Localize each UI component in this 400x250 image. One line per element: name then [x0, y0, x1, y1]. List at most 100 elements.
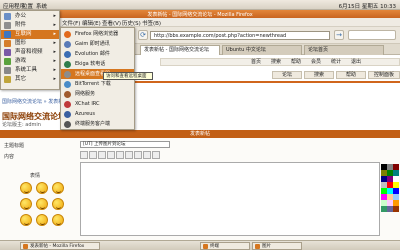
tooltip: 访问和查看远程桌面 [103, 72, 153, 80]
quote-icon[interactable] [143, 151, 151, 159]
align-left-icon[interactable] [107, 151, 115, 159]
submenu-item[interactable]: BitTorrent 下载 [61, 79, 134, 89]
image-icon [255, 244, 260, 249]
site-tab-help[interactable]: 帮助 [336, 71, 366, 79]
tab-ubuntu[interactable]: Ubuntu 中文论坛 [222, 45, 302, 55]
system-menu[interactable]: 系统 [36, 2, 47, 10]
site-nav-members[interactable]: 会员 [311, 59, 321, 66]
tab-post[interactable]: 发表新帖 - 国际网络交流论坛 [140, 45, 220, 55]
smiley-icon[interactable] [36, 214, 48, 226]
phone-icon [64, 61, 71, 68]
site-nav-logout[interactable]: 退出 [351, 59, 361, 66]
image-icon[interactable] [134, 151, 142, 159]
places-menu[interactable]: 位置 [22, 2, 33, 10]
underline-icon[interactable] [98, 151, 106, 159]
torrent-icon [64, 111, 71, 118]
top-panel: 应用程序 位置 系统 6月15日 星期五 10:33 [0, 0, 400, 10]
editor-toolbar [80, 151, 170, 160]
network-icon [64, 91, 71, 98]
submenu-item[interactable]: Firefox 网络浏览器 [61, 29, 134, 39]
tab-home[interactable]: 论坛首页 [304, 45, 384, 55]
menu-edit[interactable]: 编辑(E) [82, 19, 101, 27]
clock[interactable]: 6月15日 星期五 10:33 [339, 2, 396, 10]
download-icon [64, 81, 71, 88]
app-menu-item[interactable]: 附件 ▸ [1, 21, 59, 30]
firefox-icon [23, 244, 28, 249]
irc-icon [64, 101, 71, 108]
bold-icon[interactable] [80, 151, 88, 159]
graphics-icon [4, 40, 11, 47]
subject-input[interactable]: [UT] 上传图片到论坛 [80, 141, 170, 148]
other-icon [4, 76, 11, 83]
site-tabs: 论坛 搜索 帮助 控制面板 [236, 71, 400, 79]
bottom-panel: 发表新帖 - Mozilla Firefox 终端 图片 [0, 240, 400, 250]
terminal-icon [203, 244, 208, 249]
app-menu-item-internet[interactable]: 互联网 ▸ [1, 30, 59, 39]
smiley-icon[interactable] [52, 198, 64, 210]
smiley-icon[interactable] [52, 182, 64, 194]
app-menu-item[interactable]: 其它 ▸ [1, 75, 59, 84]
content-editor[interactable] [80, 162, 380, 236]
menu-file[interactable]: 文件(F) [62, 19, 80, 27]
subject-label: 主题标题 [4, 143, 25, 149]
system-tools-icon [4, 67, 11, 74]
submenu-item[interactable]: 网络服务 [61, 89, 134, 99]
submenu-item[interactable]: 终端服务客户端 [61, 119, 134, 129]
app-menu-item[interactable]: 办公 ▸ [1, 12, 59, 21]
site-nav-search[interactable]: 搜索 [271, 59, 281, 66]
smiley-icon[interactable] [20, 182, 32, 194]
site-nav-help[interactable]: 帮助 [291, 59, 301, 66]
window-title: 发表新帖 - 国际网络交流论坛 - Mozilla Firefox [147, 12, 253, 18]
chat-icon [64, 41, 71, 48]
terminal-server-icon [64, 121, 71, 128]
site-tab-search[interactable]: 搜索 [304, 71, 334, 79]
smiley-icon[interactable] [20, 214, 32, 226]
post-form-header: 发表新帖 [0, 130, 400, 138]
site-nav-stats[interactable]: 统计 [331, 59, 341, 66]
applications-dropdown: 办公 ▸ 附件 ▸ 互联网 ▸ 图形 ▸ 声音和视频 ▸ 游戏 ▸ 系统工具 ▸ 其它 ▸ [0, 10, 60, 90]
app-menu-item[interactable]: 声音和视频 ▸ [1, 48, 59, 57]
remote-desktop-icon [64, 71, 71, 78]
multimedia-icon [4, 49, 11, 56]
align-center-icon[interactable] [116, 151, 124, 159]
submenu-item[interactable]: Gaim 即时通讯 [61, 39, 134, 49]
mail-icon [64, 51, 71, 58]
smiley-icon[interactable] [20, 198, 32, 210]
site-tab-cp[interactable]: 控制面板 [368, 71, 400, 79]
site-nav: 首页 搜索 帮助 会员 统计 退出 [160, 58, 400, 66]
menu-history[interactable]: 历史(S) [122, 19, 141, 27]
link-icon[interactable] [125, 151, 133, 159]
app-menu-item[interactable]: 系统工具 ▸ [1, 66, 59, 75]
task-firefox[interactable]: 发表新帖 - Mozilla Firefox [20, 242, 100, 250]
submenu-item[interactable]: XChat IRC [61, 99, 134, 109]
color-palette [381, 162, 399, 236]
color-swatch[interactable] [393, 206, 399, 212]
app-menu-item[interactable]: 游戏 ▸ [1, 57, 59, 66]
menu-bookmarks[interactable]: 书签(B) [142, 19, 161, 27]
task-image[interactable]: 图片 [252, 242, 302, 250]
smiley-label: 表情 [30, 173, 41, 179]
globe-icon [4, 31, 11, 38]
go-icon[interactable]: → [334, 30, 344, 40]
window-titlebar[interactable]: 发表新帖 - 国际网络交流论坛 - Mozilla Firefox [0, 10, 400, 18]
reload-icon[interactable]: ⟳ [138, 30, 148, 40]
browser-menubar: 文件(F) 编辑(E) 查看(V) 历史(S) 书签(B) [0, 18, 400, 27]
content-label: 内容 [4, 154, 15, 160]
smiley-icon[interactable] [36, 198, 48, 210]
menu-view[interactable]: 查看(V) [102, 19, 121, 27]
submenu-item[interactable]: Azureus [61, 109, 134, 119]
office-icon [4, 13, 11, 20]
site-nav-home[interactable]: 首页 [251, 59, 261, 66]
smiley-icon[interactable] [36, 182, 48, 194]
code-icon[interactable] [152, 151, 160, 159]
app-menu-item[interactable]: 图形 ▸ [1, 39, 59, 48]
smiley-icon[interactable] [52, 214, 64, 226]
submenu-item[interactable]: Evolution 邮件 [61, 49, 134, 59]
site-tab-forum[interactable]: 论坛 [272, 71, 302, 79]
breadcrumb[interactable]: 国际网络交流论坛 » 发表新帖 [2, 98, 68, 105]
url-field[interactable]: http://bbs.example.com/post.php?action=n… [150, 31, 330, 40]
submenu-item[interactable]: Ekiga 软电话 [61, 59, 134, 69]
search-input[interactable] [348, 30, 396, 40]
italic-icon[interactable] [89, 151, 97, 159]
task-terminal[interactable]: 终端 [200, 242, 250, 250]
